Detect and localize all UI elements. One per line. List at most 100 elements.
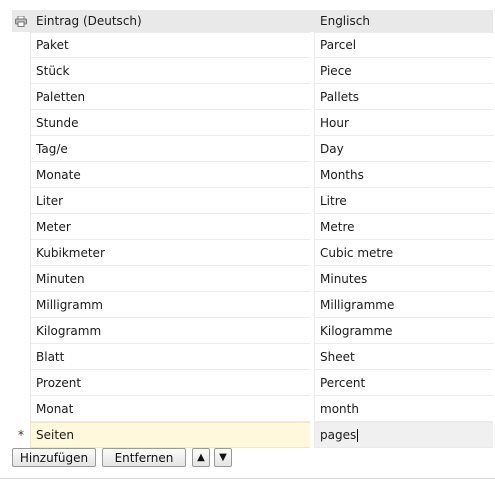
cell-german[interactable]: Paket — [30, 32, 310, 58]
table-row[interactable]: Kubikmeter Cubic metre — [12, 240, 493, 266]
cell-english[interactable]: Percent — [314, 370, 493, 396]
cell-german-text: Tag/e — [36, 141, 68, 156]
row-selector[interactable] — [12, 214, 30, 240]
printer-icon — [15, 15, 27, 27]
cell-german[interactable]: Stunde — [30, 110, 310, 136]
cell-german-text: Liter — [36, 193, 64, 208]
row-selector[interactable] — [12, 58, 30, 84]
arrow-down-icon: ▼ — [219, 452, 227, 463]
table-row[interactable]: Milligramm Milligramme — [12, 292, 493, 318]
cell-english[interactable]: Parcel — [314, 32, 493, 58]
cell-english[interactable]: Cubic metre — [314, 240, 493, 266]
new-entry-row: * Seiten pages — [12, 422, 493, 448]
move-up-button[interactable]: ▲ — [192, 448, 210, 467]
cell-english[interactable]: Pallets — [314, 84, 493, 110]
row-selector[interactable] — [12, 110, 30, 136]
row-selector[interactable] — [12, 84, 30, 110]
cell-english[interactable]: Hour — [314, 110, 493, 136]
cell-english[interactable]: month — [314, 396, 493, 422]
new-row-star: * — [18, 428, 24, 442]
cell-english-text: Milligramme — [320, 297, 395, 312]
row-selector[interactable] — [12, 396, 30, 422]
arrow-up-icon: ▲ — [197, 452, 205, 463]
table-row[interactable]: Prozent Percent — [12, 370, 493, 396]
print-button[interactable] — [12, 10, 30, 32]
cell-english-text: Parcel — [320, 38, 357, 52]
table-row[interactable]: Monat month — [12, 396, 493, 422]
cell-german[interactable]: Monate — [30, 162, 310, 188]
cell-german[interactable]: Liter — [30, 188, 310, 214]
cell-english[interactable]: Sheet — [314, 344, 493, 370]
cell-english[interactable]: Litre — [314, 188, 493, 214]
cell-english-text: Kilogramme — [320, 323, 393, 338]
cell-german[interactable]: Milligramm — [30, 292, 310, 318]
table-row[interactable]: Monate Months — [12, 162, 493, 188]
cell-english-text: Piece — [320, 63, 352, 78]
cell-german[interactable]: Kubikmeter — [30, 240, 310, 266]
cell-english[interactable]: Milligramme — [314, 292, 493, 318]
cell-german-text: Monat — [36, 401, 74, 416]
table-row[interactable]: Meter Metre — [12, 214, 493, 240]
row-selector[interactable] — [12, 292, 30, 318]
cell-german[interactable]: Monat — [30, 396, 310, 422]
table-row[interactable]: Paket Parcel — [12, 32, 493, 58]
remove-button[interactable]: Entfernen — [102, 448, 186, 467]
cell-german[interactable]: Minuten — [30, 266, 310, 292]
table-toolbar: Hinzufügen Entfernen ▲ ▼ — [12, 448, 232, 467]
cell-german[interactable]: Prozent — [30, 370, 310, 396]
cell-english[interactable]: Day — [314, 136, 493, 162]
cell-german-text: Milligramm — [36, 297, 103, 312]
row-selector[interactable] — [12, 318, 30, 344]
cell-german-text: Minuten — [36, 271, 85, 286]
table-row[interactable]: Paletten Pallets — [12, 84, 493, 110]
cell-english-text: month — [320, 401, 359, 416]
cell-german-text: Stunde — [36, 115, 79, 130]
row-selector[interactable] — [12, 162, 30, 188]
cell-english-text: Cubic metre — [320, 245, 394, 260]
new-row-marker: * — [12, 422, 30, 448]
cell-german[interactable]: Meter — [30, 214, 310, 240]
cell-german[interactable]: Kilogramm — [30, 318, 310, 344]
cell-german-text: Meter — [36, 219, 71, 234]
table-row[interactable]: Stunde Hour — [12, 110, 493, 136]
cell-english[interactable]: Kilogramme — [314, 318, 493, 344]
table-row[interactable]: Stück Piece — [12, 58, 493, 84]
table-row[interactable]: Kilogramm Kilogramme — [12, 318, 493, 344]
cell-german-text: Paletten — [36, 89, 86, 104]
cell-german-text: Monate — [36, 167, 81, 182]
row-selector[interactable] — [12, 370, 30, 396]
table-row[interactable]: Liter Litre — [12, 188, 493, 214]
table-row[interactable]: Blatt Sheet — [12, 344, 493, 370]
column-header-english[interactable]: Englisch — [314, 10, 493, 32]
row-selector[interactable] — [12, 32, 30, 58]
row-selector[interactable] — [12, 136, 30, 162]
cell-german-text: Prozent — [36, 375, 82, 390]
cell-english-text: Sheet — [320, 349, 355, 364]
table-row[interactable]: Minuten Minutes — [12, 266, 493, 292]
new-entry-english-value: pages — [320, 428, 357, 442]
new-entry-english-input[interactable]: pages — [314, 422, 493, 448]
cell-english-text: Metre — [320, 219, 355, 234]
cell-english[interactable]: Months — [314, 162, 493, 188]
new-entry-german-input[interactable]: Seiten — [30, 422, 310, 448]
cell-english[interactable]: Minutes — [314, 266, 493, 292]
cell-english[interactable]: Piece — [314, 58, 493, 84]
cell-german[interactable]: Paletten — [30, 84, 310, 110]
row-selector[interactable] — [12, 240, 30, 266]
column-header-german[interactable]: Eintrag (Deutsch) — [30, 10, 310, 32]
table-row[interactable]: Tag/e Day — [12, 136, 493, 162]
row-selector[interactable] — [12, 266, 30, 292]
add-button[interactable]: Hinzufügen — [12, 448, 96, 467]
text-cursor — [357, 428, 359, 442]
cell-german[interactable]: Stück — [30, 58, 310, 84]
cell-german-text: Paket — [36, 38, 69, 52]
new-entry-german-value: Seiten — [36, 428, 75, 442]
cell-english[interactable]: Metre — [314, 214, 493, 240]
cell-english-text: Litre — [320, 193, 347, 208]
cell-german[interactable]: Tag/e — [30, 136, 310, 162]
move-down-button[interactable]: ▼ — [214, 448, 232, 467]
row-selector[interactable] — [12, 344, 30, 370]
cell-german[interactable]: Blatt — [30, 344, 310, 370]
cell-english-text: Minutes — [320, 271, 368, 286]
row-selector[interactable] — [12, 188, 30, 214]
